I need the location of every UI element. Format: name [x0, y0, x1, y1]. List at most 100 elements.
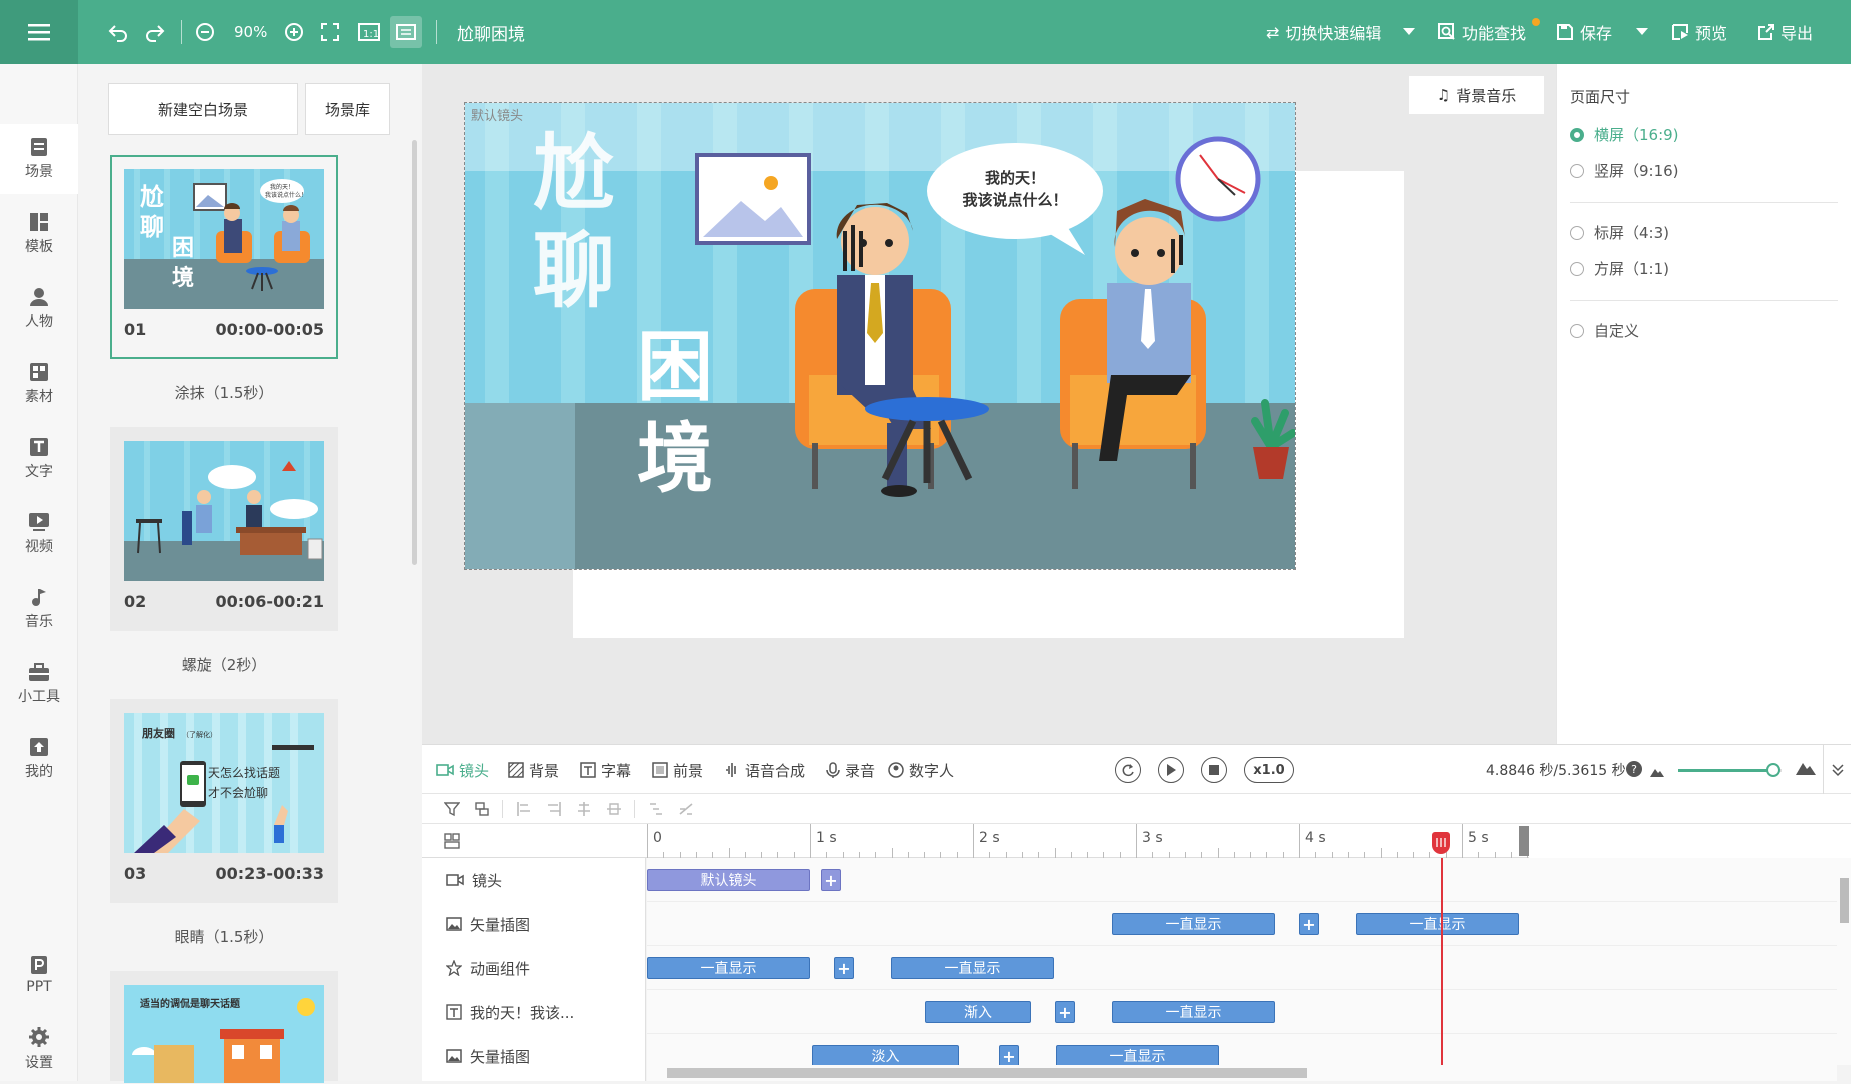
transition-2[interactable]: 螺旋（2秒）	[110, 654, 338, 675]
save-dropdown-icon[interactable]	[1636, 0, 1648, 64]
page-size-landscape[interactable]: 横屏（16:9)	[1570, 124, 1679, 145]
page-size-portrait[interactable]: 竖屏（9:16)	[1570, 160, 1679, 181]
menu-icon[interactable]	[0, 0, 78, 64]
zoom-out-icon[interactable]	[195, 0, 215, 64]
track-label-vector-2[interactable]: 矢量插图	[446, 1034, 530, 1078]
tab-voice-synthesis[interactable]: 语音合成	[724, 745, 805, 795]
track-label-text[interactable]: 我的天！我该...	[446, 990, 574, 1034]
scrollbar-thumb[interactable]	[1840, 878, 1849, 923]
add-clip-button[interactable]: +	[1299, 913, 1319, 935]
align-left-icon[interactable]	[516, 801, 532, 821]
timeline-zoom-slider[interactable]	[1678, 763, 1782, 777]
title-char-4[interactable]: 境	[637, 421, 713, 497]
sidebar-item-music[interactable]: 音乐	[0, 574, 78, 644]
actual-size-icon[interactable]: 1:1	[358, 0, 380, 64]
export-button[interactable]: 导出	[1757, 0, 1813, 64]
new-blank-scene-button[interactable]: 新建空白场景	[108, 83, 298, 135]
collapse-timeline-icon[interactable]	[1823, 745, 1851, 795]
scene-card-1[interactable]: 我的天！ 我该说点什么！ 尬 聊 困 境 01 00:00-00:05	[110, 155, 338, 359]
scene-card-2[interactable]: 02 00:06-00:21	[110, 427, 338, 631]
playhead-handle[interactable]	[1432, 832, 1450, 854]
transition-1[interactable]: 涂抹（1.5秒）	[110, 382, 338, 403]
add-clip-button[interactable]: +	[1055, 1001, 1075, 1023]
timeline-zoom-knob[interactable]	[1765, 763, 1780, 777]
play-icon[interactable]	[1158, 757, 1184, 783]
sidebar-item-scene[interactable]: 场景	[0, 124, 78, 194]
clip-default-camera[interactable]: 默认镜头	[647, 869, 810, 891]
page-size-square[interactable]: 方屏（1:1)	[1570, 258, 1669, 279]
transition-3[interactable]: 眼睛（1.5秒）	[110, 926, 338, 947]
undo-icon[interactable]	[106, 0, 130, 64]
add-clip-button[interactable]: +	[834, 957, 854, 979]
sidebar-item-text[interactable]: 文字	[0, 424, 78, 494]
playback-speed-button[interactable]: x1.0	[1244, 757, 1294, 783]
scene-panel-scrollbar[interactable]	[412, 140, 417, 565]
scene-card-4[interactable]: 适当的调侃是聊天话题	[110, 971, 338, 1083]
page-size-custom[interactable]: 自定义	[1570, 320, 1639, 341]
sequence-icon[interactable]	[678, 801, 694, 821]
sidebar-item-person[interactable]: 人物	[0, 274, 78, 344]
align-right-icon[interactable]	[546, 801, 562, 821]
sidebar-item-ppt[interactable]: PPT	[0, 940, 78, 1010]
tab-subtitle[interactable]: 字幕	[580, 745, 631, 795]
clip-always-show[interactable]: 一直显示	[1112, 1001, 1275, 1023]
stagger-icon[interactable]	[648, 801, 664, 821]
feature-search-button[interactable]: 功能查找	[1438, 0, 1541, 64]
background-music-button[interactable]: ♫ 背景音乐	[1409, 76, 1544, 114]
add-clip-button[interactable]: +	[999, 1045, 1019, 1065]
clip-always-show[interactable]: 一直显示	[891, 957, 1054, 979]
timeline-end-marker[interactable]	[1519, 826, 1529, 856]
distribute-icon[interactable]	[606, 801, 622, 821]
tab-recording[interactable]: 录音	[826, 745, 875, 795]
title-char-1[interactable]: 尬	[533, 133, 615, 215]
help-icon[interactable]: ?	[1626, 761, 1642, 777]
timeline-ruler[interactable]: 0 1 s 2 s 3 s 4 s 5 s	[422, 824, 1851, 858]
zoom-in-icon[interactable]	[284, 0, 304, 64]
title-char-3[interactable]: 困	[637, 329, 713, 405]
tab-background[interactable]: 背景	[508, 745, 559, 795]
sidebar-item-material[interactable]: 素材	[0, 349, 78, 419]
zoom-out-timeline-icon[interactable]	[1650, 762, 1664, 781]
track-label-animation[interactable]: 动画组件	[446, 946, 530, 990]
sidebar-item-mine[interactable]: 我的	[0, 724, 78, 794]
clip-always-show[interactable]: 一直显示	[1112, 913, 1275, 935]
sidebar-item-template[interactable]: 模板	[0, 199, 78, 269]
stop-icon[interactable]	[1201, 757, 1227, 783]
layers-icon[interactable]	[474, 801, 490, 821]
track-label-camera[interactable]: 镜头	[446, 858, 502, 902]
clip-always-show[interactable]: 一直显示	[1056, 1045, 1219, 1065]
scene-library-button[interactable]: 场景库	[305, 83, 390, 135]
preview-button[interactable]: 预览	[1671, 0, 1727, 64]
speech-bubble-text[interactable]: 我的天！ 我该说点什么！	[951, 167, 1079, 211]
align-center-icon[interactable]	[576, 801, 592, 821]
stage-canvas[interactable]: 尬 聊 困 境 我的天！ 我该说点什么！ 默认镜头	[464, 102, 1296, 570]
clip-fade-in[interactable]: 渐入	[925, 1001, 1031, 1023]
title-char-2[interactable]: 聊	[533, 231, 615, 313]
tab-foreground[interactable]: 前景	[652, 745, 703, 795]
page-size-standard[interactable]: 标屏（4:3)	[1570, 222, 1669, 243]
sidebar-item-settings[interactable]: 设置	[0, 1014, 78, 1084]
fullscreen-icon[interactable]	[320, 0, 340, 64]
zoom-in-timeline-icon[interactable]	[1796, 759, 1816, 779]
ruler-toggle-icon[interactable]	[390, 16, 422, 48]
switch-dropdown-icon[interactable]	[1403, 0, 1415, 64]
clip-always-show[interactable]: 一直显示	[1356, 913, 1519, 935]
tracks-vertical-scrollbar[interactable]	[1837, 858, 1851, 1065]
switch-quick-edit-button[interactable]: ⇄ 切换快速编辑	[1266, 0, 1381, 64]
project-title[interactable]: 尬聊困境	[457, 0, 525, 64]
tab-camera[interactable]: 镜头	[436, 745, 489, 795]
filter-icon[interactable]	[443, 801, 461, 821]
redo-icon[interactable]	[143, 0, 167, 64]
tab-digital-human[interactable]: 数字人	[888, 745, 954, 795]
add-clip-button[interactable]: +	[821, 869, 841, 891]
scene-card-3[interactable]: 朋友圈 （了解化） 天怎么找话题 才不会尬聊 03 00:23-00:33	[110, 699, 338, 903]
sidebar-item-toolbox[interactable]: 小工具	[0, 649, 78, 719]
clip-fade-in[interactable]: 淡入	[812, 1045, 959, 1065]
track-settings-icon[interactable]	[444, 833, 460, 853]
sidebar-item-video[interactable]: 视频	[0, 499, 78, 569]
replay-icon[interactable]	[1115, 757, 1141, 783]
tracks-horizontal-scrollbar[interactable]	[647, 1065, 1837, 1081]
save-button[interactable]: 保存	[1556, 0, 1612, 64]
clip-always-show[interactable]: 一直显示	[647, 957, 810, 979]
hscroll-thumb[interactable]	[667, 1068, 1307, 1078]
